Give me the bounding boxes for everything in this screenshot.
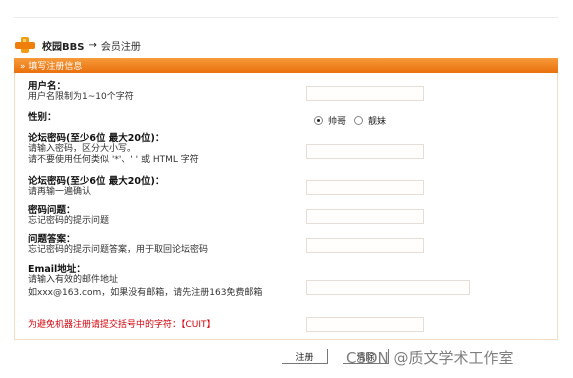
email-row: Email地址： 请输入有效的邮件地址 如xxx@163.com，如果没有邮箱，… xyxy=(28,264,300,299)
gender-radio-group: 帅哥 靓妹 xyxy=(314,114,394,127)
username-label: 用户名： xyxy=(28,81,67,92)
panel-header-title: » 填写注册信息 xyxy=(20,62,83,72)
question-hint: 忘记密码的提示问题 xyxy=(28,216,110,226)
password-hint-1: 请输入密码，区分大小写。 xyxy=(28,144,137,154)
answer-input[interactable] xyxy=(306,238,424,253)
top-divider xyxy=(14,17,558,18)
question-input[interactable] xyxy=(306,209,424,224)
breadcrumb-current: 会员注册 xyxy=(100,41,141,53)
breadcrumb-home-link[interactable]: 校园BBS xyxy=(42,38,84,53)
gender-female-radio[interactable] xyxy=(354,116,364,125)
password-label: 论坛密码(至少6位 最大20位)： xyxy=(28,133,165,144)
question-row: 密码问题： 忘记密码的提示问题 xyxy=(28,205,308,227)
email-hint-1: 请输入有效的邮件地址 xyxy=(28,275,119,285)
username-row: 用户名： 用户名限制为1~10个字符 xyxy=(28,81,308,103)
cross-logo-icon xyxy=(14,36,36,54)
gender-label: 性别： xyxy=(28,112,57,123)
password-hint-2: 请不要使用任何类似 '*'、' ' 或 HTML 字符 xyxy=(28,155,199,165)
answer-hint: 忘记密码的提示问题答案，用于取回论坛密码 xyxy=(28,245,209,255)
captcha-input[interactable] xyxy=(306,317,424,332)
gender-male-label[interactable]: 帅哥 xyxy=(328,114,346,127)
watermark: CSDN @质文学术工作室 xyxy=(346,349,514,367)
confirm-password-row: 论坛密码(至少6位 最大20位)： 请再输一遍确认 xyxy=(28,176,308,198)
question-label: 密码问题： xyxy=(28,205,76,216)
username-hint: 用户名限制为1~10个字符 xyxy=(28,92,134,102)
email-label: Email地址： xyxy=(28,264,86,275)
captcha-label: 为避免机器注册请提交括号中的字符：【CUIT】 xyxy=(28,320,216,330)
password-input[interactable] xyxy=(306,144,424,159)
panel-header: » 填写注册信息 xyxy=(14,58,558,73)
gender-male-radio[interactable] xyxy=(314,116,323,125)
breadcrumb-arrow: → xyxy=(88,39,97,51)
register-button[interactable]: 注册 xyxy=(282,349,328,364)
captcha-row: 为避免机器注册请提交括号中的字符：【CUIT】 xyxy=(28,320,308,331)
email-input[interactable] xyxy=(306,280,470,295)
username-input[interactable] xyxy=(306,86,424,101)
gender-row: 性别： xyxy=(28,112,308,123)
confirm-password-input[interactable] xyxy=(306,180,424,195)
answer-row: 问题答案： 忘记密码的提示问题答案，用于取回论坛密码 xyxy=(28,234,308,256)
password-row: 论坛密码(至少6位 最大20位)： 请输入密码，区分大小写。 请不要使用任何类似… xyxy=(28,133,308,166)
email-hint-2: 如xxx@163.com，如果没有邮箱，请先注册163免费邮箱 xyxy=(28,288,263,298)
breadcrumb: 校园BBS → 会员注册 xyxy=(14,36,141,54)
answer-label: 问题答案： xyxy=(28,234,76,245)
confirm-password-label: 论坛密码(至少6位 最大20位)： xyxy=(28,176,165,187)
gender-female-label[interactable]: 靓妹 xyxy=(368,114,386,127)
confirm-password-hint: 请再输一遍确认 xyxy=(28,187,92,197)
